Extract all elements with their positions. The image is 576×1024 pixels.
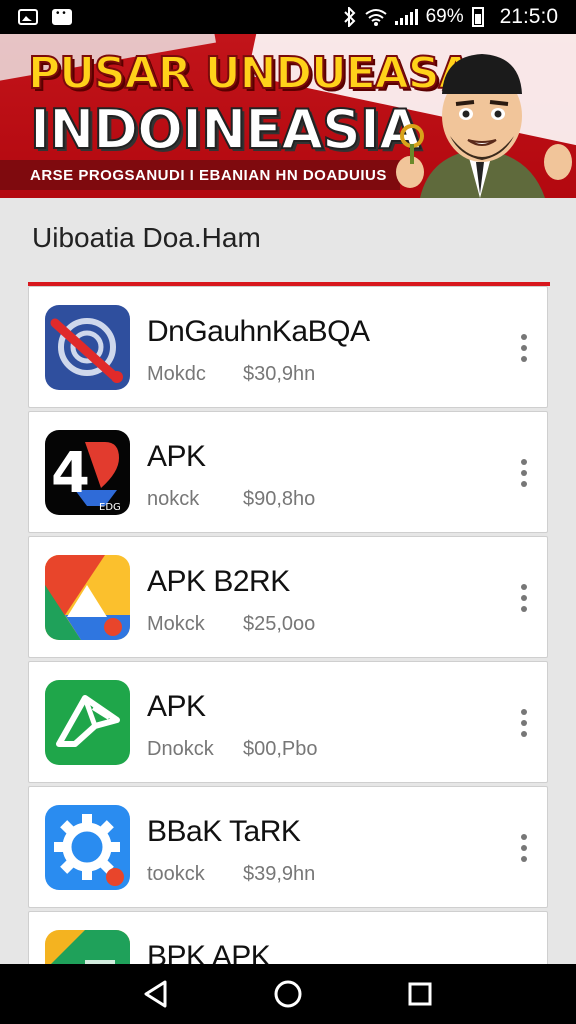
app-meta: nokck $90,8ho — [147, 488, 315, 511]
app-price: $00,Pbo — [243, 738, 318, 760]
bluetooth-icon — [343, 7, 355, 27]
list-item[interactable]: BBaK TaRK tookck $39,9hn — [28, 786, 548, 908]
satellite-app-icon — [45, 305, 130, 390]
back-icon[interactable] — [136, 974, 176, 1014]
app-name: APK — [147, 690, 206, 723]
more-options-icon[interactable] — [521, 459, 527, 487]
status-time: 21:5:0 — [499, 5, 558, 28]
app-size: tookck — [147, 863, 205, 885]
banner-title-line2: INDOINEASIA — [29, 97, 422, 162]
more-options-icon[interactable] — [521, 584, 527, 612]
app-size: nokck — [147, 488, 200, 510]
green-bird-app-icon — [45, 680, 130, 765]
app-size: Mokck — [147, 613, 205, 635]
promo-banner[interactable]: PUSAR UNDUEASA INDOINEASIA ARSE PROGSANU… — [0, 34, 576, 198]
list-item[interactable]: DnGauhnKaBQA Mokdc $30,9hn — [28, 286, 548, 408]
list-item[interactable]: 4 EDG APK nokck $90,8ho — [28, 411, 548, 533]
app-size: Mokdc — [147, 363, 206, 385]
more-options-icon[interactable] — [521, 709, 527, 737]
home-icon[interactable] — [268, 974, 308, 1014]
list-item[interactable]: APK B2RK Mokck $25,0oo — [28, 536, 548, 658]
list-item[interactable]: APK Dnokck $00,Pbo — [28, 661, 548, 783]
status-bar: 69% 21:5:0 — [0, 0, 576, 34]
gear-app-icon — [45, 805, 130, 890]
app-meta: tookck $39,9hn — [147, 863, 315, 886]
drive-app-icon — [45, 555, 130, 640]
wifi-icon — [364, 9, 387, 26]
app-name: BBaK TaRK — [147, 815, 301, 848]
app-meta: Dnokck $00,Pbo — [147, 738, 318, 761]
app-name: DnGauhnKaBQA — [147, 315, 370, 348]
signal-icon — [394, 9, 418, 25]
message-icon — [52, 8, 72, 25]
battery-icon — [471, 7, 484, 27]
recents-icon[interactable] — [400, 974, 440, 1014]
app-meta: Mokdc $30,9hn — [147, 363, 315, 386]
navigation-bar — [0, 964, 576, 1024]
app-size: Dnokck — [147, 738, 214, 760]
mascot-illustration — [396, 54, 572, 198]
app-meta: Mokck $25,0oo — [147, 613, 315, 636]
svg-text:4: 4 — [51, 441, 90, 506]
section-title: Uiboatia Doa.Ham — [32, 222, 261, 253]
banner-subtitle: ARSE PROGSANUDI I EBANIAN HN DOADUIUS — [0, 160, 400, 190]
more-options-icon[interactable] — [521, 834, 527, 862]
app-name: APK B2RK — [147, 565, 290, 598]
image-icon — [18, 9, 38, 25]
battery-percent: 69% — [425, 6, 464, 27]
more-options-icon[interactable] — [521, 334, 527, 362]
svg-text:EDG: EDG — [99, 502, 121, 513]
app-price: $30,9hn — [243, 363, 316, 385]
app-price: $39,9hn — [243, 863, 316, 885]
4g-app-icon: 4 EDG — [45, 430, 130, 515]
app-price: $90,8ho — [243, 488, 316, 510]
app-name: APK — [147, 440, 206, 473]
app-price: $25,0oo — [243, 613, 316, 635]
